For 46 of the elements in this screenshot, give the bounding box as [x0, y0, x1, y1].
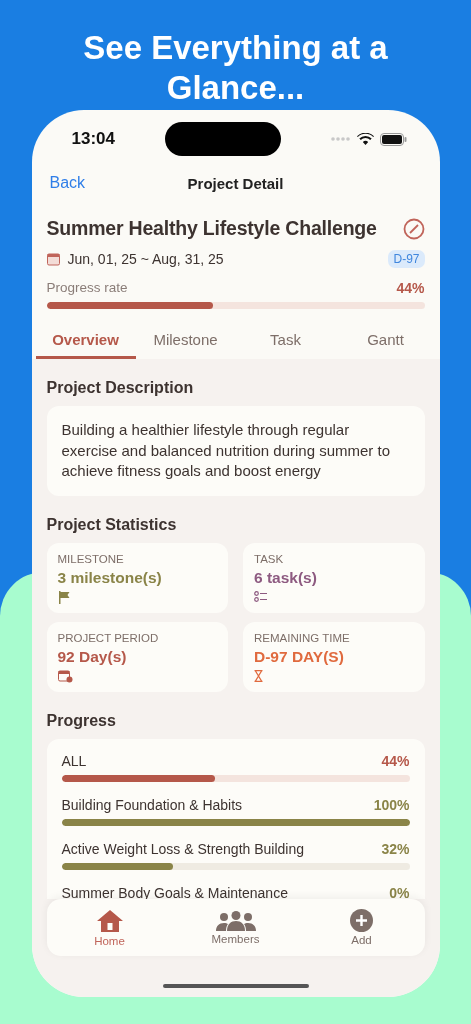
progress-item-value: 0% — [389, 884, 410, 899]
headline: See Everything at a Glance... — [82, 28, 389, 108]
progress-item-label: ALL — [61, 752, 87, 769]
signal-icon — [331, 137, 352, 141]
flag-icon — [57, 590, 70, 604]
list-icon — [254, 590, 268, 602]
progress-item-label: Building Foundation & Habits — [61, 796, 243, 813]
progress-item-value: 100% — [373, 796, 410, 813]
progress-item-value: 44% — [381, 752, 410, 769]
progress-item-value: 32% — [381, 840, 410, 857]
tab[interactable]: Milestone — [135, 331, 236, 359]
description-card: Building a healthier lifestyle through regular exercise and balanced nutrition during summer to achieve fitness goals and boost energy — [46, 406, 425, 496]
project-dates: Jun, 01, 25 ~ Aug, 31, 25 — [67, 251, 225, 267]
tab[interactable]: Task — [235, 331, 336, 359]
screen-title: Project Detail — [187, 174, 284, 192]
edit-icon[interactable] — [402, 217, 425, 240]
project-title: Summer Healthy Lifestyle Challenge — [46, 217, 377, 240]
stat-label: REMAINING TIME — [254, 631, 351, 644]
stat-label: TASK — [254, 552, 285, 565]
tab[interactable]: Gantt — [335, 331, 436, 359]
progress-item-label: Active Weight Loss & Strength Building — [61, 840, 305, 857]
tab-bar-item[interactable]: Add — [298, 899, 425, 956]
status-time: 13:04 — [71, 129, 115, 149]
section-heading: Project Description — [46, 379, 195, 397]
progress-value: 44% — [396, 280, 425, 296]
calendar-icon — [57, 669, 73, 683]
people-icon — [214, 910, 257, 931]
home-icon — [95, 908, 124, 933]
stat-value: D-97 DAY(S) — [254, 647, 345, 666]
section-heading: Project Statistics — [46, 515, 178, 534]
tab-bar-item[interactable]: Home — [46, 899, 173, 956]
calendar-icon — [46, 252, 60, 266]
plus-circle-icon — [350, 909, 373, 932]
stat-label: MILESTONE — [57, 552, 125, 565]
wifi-icon — [357, 133, 375, 145]
hourglass-icon — [254, 669, 263, 682]
stat-label: PROJECT PERIOD — [57, 631, 160, 644]
section-heading: Progress — [46, 711, 117, 730]
stat-value: 6 task(s) — [254, 568, 318, 587]
stat-value: 92 Day(s) — [57, 647, 128, 666]
stat-value: 3 milestone(s) — [57, 568, 163, 587]
battery-icon — [380, 132, 408, 146]
days-left-badge: D-97 — [388, 250, 425, 268]
tab-bar-item[interactable]: Members — [172, 899, 299, 956]
progress-label: Progress rate — [46, 280, 128, 296]
back-link[interactable]: Back — [49, 174, 86, 192]
